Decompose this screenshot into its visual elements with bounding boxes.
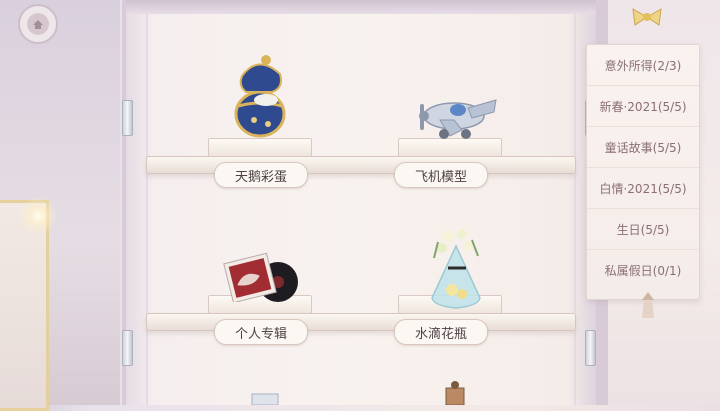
category-panel: 意外所得(2/3) 新春·2021(5/5) 童话故事(5/5) 白情·2021… xyxy=(586,44,700,300)
display-cabinet xyxy=(122,0,600,405)
cabinet-inner xyxy=(146,14,576,405)
personal-album-item[interactable] xyxy=(222,252,306,302)
category-item[interactable]: 白情·2021(5/5) xyxy=(587,168,699,209)
tassel-icon xyxy=(642,292,654,318)
airplane-icon xyxy=(419,99,497,139)
shelf xyxy=(146,156,576,174)
lantern-icon xyxy=(445,381,465,405)
category-item[interactable]: 新春·2021(5/5) xyxy=(587,86,699,127)
box-icon xyxy=(251,393,279,405)
water-drop-vase-item[interactable] xyxy=(428,228,484,310)
back-icon xyxy=(27,13,49,35)
airplane-model-item[interactable] xyxy=(410,86,502,144)
item-label[interactable]: 水滴花瓶 xyxy=(394,319,488,345)
hinge-icon xyxy=(122,330,133,366)
cabinet-top xyxy=(126,0,596,14)
hinge-icon xyxy=(585,330,596,366)
item-label[interactable]: 个人专辑 xyxy=(214,319,308,345)
category-item[interactable]: 意外所得(2/3) xyxy=(587,45,699,86)
item-label[interactable]: 飞机模型 xyxy=(394,162,488,188)
partial-item[interactable] xyxy=(440,380,470,405)
category-item[interactable]: 生日(5/5) xyxy=(587,209,699,250)
bow-icon xyxy=(632,8,662,26)
sparkle-decoration xyxy=(18,196,58,236)
category-item[interactable]: 私属假日(0/1) xyxy=(587,250,699,291)
partial-item[interactable] xyxy=(250,390,280,405)
category-item[interactable]: 童话故事(5/5) xyxy=(587,127,699,168)
swan-egg-icon xyxy=(234,55,286,138)
back-button[interactable] xyxy=(18,4,58,44)
album-icon xyxy=(223,252,298,302)
vase-icon xyxy=(431,229,481,309)
shelf xyxy=(146,313,576,331)
hinge-icon xyxy=(122,100,133,136)
item-label[interactable]: 天鹅彩蛋 xyxy=(214,162,308,188)
swan-egg-item[interactable] xyxy=(228,48,292,140)
